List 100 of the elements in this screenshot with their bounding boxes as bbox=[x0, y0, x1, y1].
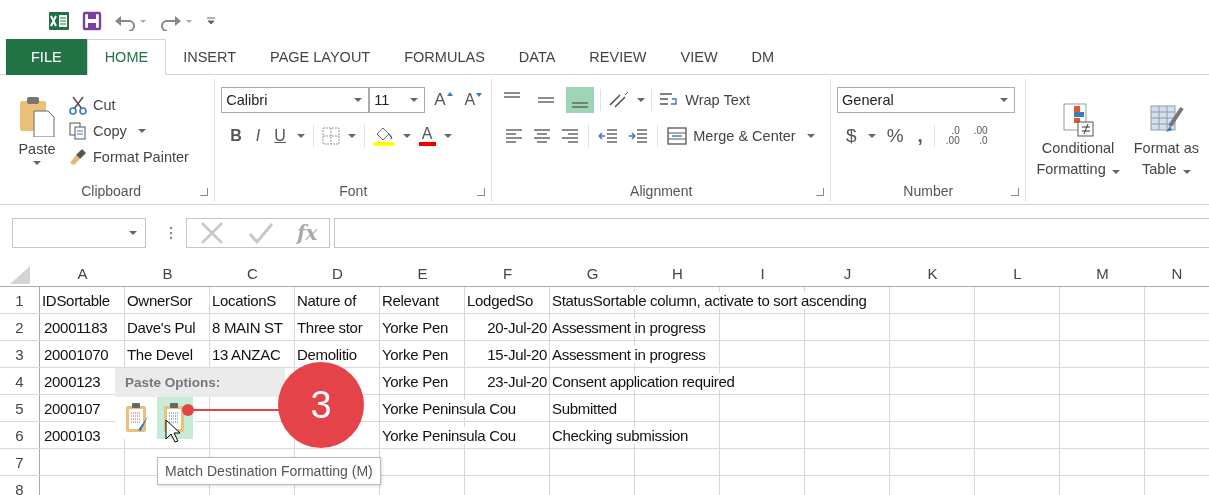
row-header[interactable]: 8 bbox=[15, 480, 24, 495]
comma-style-button[interactable]: , bbox=[914, 125, 926, 147]
caret-icon[interactable] bbox=[296, 134, 305, 138]
currency-format-button[interactable]: $ bbox=[843, 125, 860, 147]
column-header[interactable]: N bbox=[1171, 265, 1183, 282]
font-color-button[interactable]: A bbox=[418, 126, 436, 146]
column-header[interactable]: F bbox=[502, 265, 513, 282]
row-header[interactable]: 2 bbox=[15, 318, 24, 336]
dialog-launcher-icon[interactable] bbox=[1011, 188, 1020, 196]
caret-icon[interactable] bbox=[402, 134, 411, 138]
column-header[interactable]: J bbox=[843, 265, 852, 282]
column-header[interactable]: M bbox=[1096, 265, 1109, 282]
group-label: Font bbox=[339, 183, 368, 199]
paintbrush-icon[interactable] bbox=[68, 146, 88, 167]
row-header[interactable]: 7 bbox=[15, 453, 24, 471]
increase-font-size-button[interactable]: A bbox=[431, 90, 456, 110]
row-header[interactable]: 1 bbox=[15, 291, 24, 309]
increase-decimal-button[interactable]: .0 .00 bbox=[942, 126, 963, 146]
column-header[interactable]: G bbox=[586, 265, 599, 282]
triangle-down-icon bbox=[476, 93, 483, 97]
triangle-up-icon bbox=[446, 92, 453, 96]
underline-button[interactable]: U bbox=[271, 127, 289, 145]
decrease-indent-icon[interactable] bbox=[597, 127, 620, 145]
bold-button[interactable]: B bbox=[227, 127, 245, 145]
conditional-formatting-button[interactable]: Conditional Formatting bbox=[1032, 97, 1124, 184]
caret-icon[interactable] bbox=[1182, 169, 1191, 174]
merge-cells-icon[interactable] bbox=[666, 126, 689, 146]
number-format-dropdown[interactable]: General bbox=[837, 87, 1016, 113]
table-cell: Assessment in progress bbox=[552, 345, 706, 363]
clipboard-icon[interactable] bbox=[18, 94, 56, 137]
caret-icon[interactable] bbox=[354, 98, 363, 102]
row-header[interactable]: 3 bbox=[15, 345, 24, 363]
copy-icon[interactable] bbox=[68, 120, 88, 141]
scissors-icon[interactable] bbox=[68, 94, 88, 115]
ribbon-tab[interactable]: HOME bbox=[86, 39, 167, 75]
caret-icon[interactable] bbox=[1000, 98, 1009, 102]
ribbon-tab[interactable]: DM bbox=[734, 39, 792, 75]
copy-button[interactable]: Copy bbox=[68, 120, 189, 141]
row-header[interactable]: 5 bbox=[15, 399, 24, 417]
row-header[interactable]: 4 bbox=[15, 372, 24, 390]
ribbon-tab[interactable]: VIEW bbox=[663, 39, 735, 75]
font-name-dropdown[interactable]: Calibri bbox=[221, 87, 370, 113]
font-size-dropdown[interactable]: 11 bbox=[369, 87, 426, 113]
table-cell: Consent application required bbox=[552, 372, 735, 390]
align-right-icon[interactable] bbox=[560, 127, 581, 145]
column-header[interactable]: K bbox=[927, 265, 938, 282]
merge-center-button[interactable]: Merge & Center bbox=[666, 126, 815, 146]
column-header[interactable]: D bbox=[332, 265, 343, 282]
ribbon-tab[interactable]: FILE bbox=[6, 39, 87, 75]
more-options-icon[interactable] bbox=[168, 225, 174, 241]
dialog-launcher-icon[interactable] bbox=[200, 188, 209, 196]
format-as-table-button[interactable]: Format as Table bbox=[1129, 97, 1203, 184]
decrease-font-size-button[interactable]: A bbox=[461, 91, 486, 109]
fill-color-icon[interactable] bbox=[372, 126, 395, 146]
caret-icon[interactable] bbox=[1111, 169, 1120, 174]
formula-input[interactable] bbox=[334, 218, 1209, 248]
caret-icon[interactable] bbox=[806, 134, 815, 138]
row-header[interactable]: 6 bbox=[15, 426, 24, 444]
column-header[interactable]: A bbox=[77, 265, 88, 282]
excel-logo-icon[interactable] bbox=[48, 10, 70, 32]
column-header[interactable]: E bbox=[417, 265, 428, 282]
customize-toolbar-icon[interactable] bbox=[206, 15, 216, 27]
italic-button[interactable]: I bbox=[252, 127, 264, 145]
format-painter-button[interactable]: Format Painter bbox=[68, 146, 189, 167]
ribbon-tab[interactable]: PAGE LAYOUT bbox=[253, 39, 388, 75]
caret-icon[interactable] bbox=[410, 98, 419, 102]
caret-icon[interactable] bbox=[33, 160, 41, 165]
column-header[interactable]: I bbox=[760, 265, 765, 282]
caret-icon[interactable] bbox=[137, 128, 146, 133]
ribbon-tab[interactable]: DATA bbox=[501, 39, 573, 75]
group-label: Number bbox=[903, 183, 954, 199]
dialog-launcher-icon[interactable] bbox=[477, 188, 486, 196]
table-cell: Checking submission bbox=[552, 426, 689, 444]
wrap-text-button[interactable]: Wrap Text bbox=[658, 90, 751, 110]
column-header[interactable]: B bbox=[162, 265, 173, 282]
conditional-formatting-icon[interactable] bbox=[1060, 101, 1097, 138]
increase-indent-icon[interactable] bbox=[627, 127, 650, 145]
dialog-launcher-icon[interactable] bbox=[816, 188, 825, 196]
caret-icon[interactable] bbox=[347, 134, 356, 138]
group-label: Alignment bbox=[630, 183, 693, 199]
ribbon-tab[interactable]: REVIEW bbox=[572, 39, 664, 75]
decrease-decimal-button[interactable]: .00 .0 bbox=[970, 126, 991, 146]
caret-icon[interactable] bbox=[129, 231, 137, 235]
save-icon[interactable] bbox=[82, 11, 102, 31]
group-label: Clipboard bbox=[81, 183, 142, 199]
paste-options-title: Paste Options: bbox=[125, 375, 221, 390]
cut-button[interactable]: Cut bbox=[68, 94, 189, 115]
ribbon-tab[interactable]: INSERT bbox=[166, 39, 254, 75]
caret-icon[interactable] bbox=[637, 98, 646, 102]
column-header[interactable]: H bbox=[672, 265, 683, 282]
ribbon-tab[interactable]: FORMULAS bbox=[387, 39, 502, 75]
paste-button[interactable]: Paste bbox=[14, 92, 60, 167]
column-header[interactable]: L bbox=[1013, 265, 1022, 282]
align-left-icon[interactable] bbox=[504, 127, 525, 145]
check-icon[interactable] bbox=[247, 220, 274, 246]
align-center-icon[interactable] bbox=[532, 127, 553, 145]
caret-icon[interactable] bbox=[867, 134, 876, 138]
column-header[interactable]: C bbox=[247, 265, 258, 282]
percent-style-button[interactable]: % bbox=[883, 125, 907, 147]
caret-icon[interactable] bbox=[443, 134, 452, 138]
